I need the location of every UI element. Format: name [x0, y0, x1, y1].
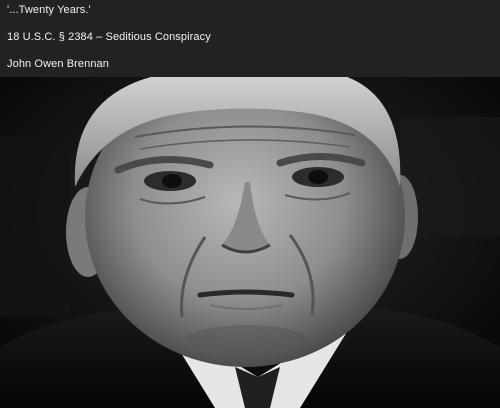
- caption-block: '...Twenty Years.' 18 U.S.C. § 2384 – Se…: [0, 0, 500, 77]
- caption-quote: '...Twenty Years.': [7, 4, 91, 16]
- caption-statute: 18 U.S.C. § 2384 – Seditious Conspiracy: [7, 31, 211, 43]
- caption-name: John Owen Brennan: [7, 58, 109, 70]
- portrait-photo-icon: [0, 77, 500, 408]
- portrait-photo: [0, 77, 500, 408]
